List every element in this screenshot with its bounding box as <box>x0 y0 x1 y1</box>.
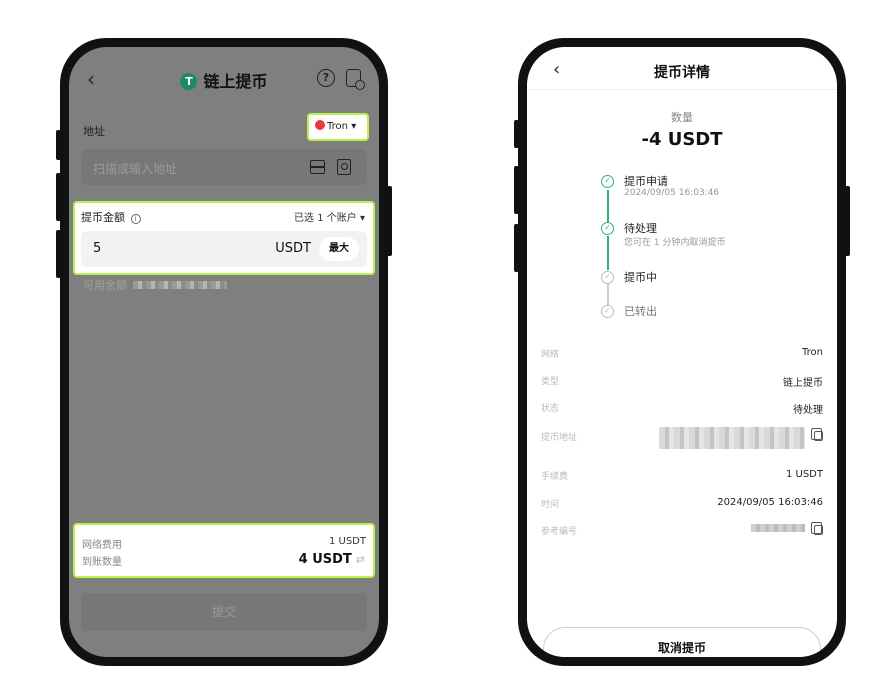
detail-key: 提币地址 <box>541 433 578 443</box>
usdt-coin-icon: T <box>180 73 198 90</box>
address-redacted <box>659 427 805 449</box>
phone-right: ‹ 提币详情 数量 -4 USDT ✓ 提币申请 2024/09/05 16:0… <box>514 38 850 666</box>
account-selector-text: 已选 1 个账户 <box>294 213 357 224</box>
scan-icon[interactable] <box>310 160 325 174</box>
step-subtitle: 您可在 1 分钟内取消提币 <box>624 238 726 248</box>
amount-label: 提币金额 i <box>81 209 141 225</box>
chevron-down-icon: ▾ <box>359 213 365 224</box>
step-title: 已转出 <box>624 305 657 318</box>
copy-icon[interactable] <box>811 428 823 441</box>
detail-key: 状态 <box>541 404 560 414</box>
check-icon: ✓ <box>601 271 614 284</box>
received-value: 4 USDT <box>298 552 352 567</box>
withdraw-screen: ‹ T 链上提币 ? 地址 Tron ▾ 扫描或输入地址 提币金额 i 已选 1 … <box>69 47 379 657</box>
history-icon[interactable] <box>346 69 365 90</box>
phone-button <box>56 230 61 278</box>
address-label: 地址 <box>83 125 105 138</box>
page-title-text: 链上提币 <box>203 72 268 91</box>
available-balance: 可用余额 <box>83 277 227 293</box>
timeline-line <box>607 284 609 305</box>
network-name: Tron <box>327 121 348 132</box>
network-fee-value: 1 USDT <box>328 536 366 547</box>
cancel-withdraw-button[interactable]: 取消提币 <box>543 627 821 657</box>
phone-button <box>845 186 850 256</box>
detail-row-fee: 手续费 1 USDT <box>541 469 823 485</box>
address-book-icon[interactable] <box>337 159 351 175</box>
balance-label: 可用余额 <box>83 279 127 292</box>
network-fee-label: 网络费用 <box>82 540 122 551</box>
divider <box>527 89 837 90</box>
step-title: 提币中 <box>624 271 657 284</box>
amount-label-text: 提币金额 <box>81 211 125 224</box>
detail-value: 1 USDT <box>785 469 823 480</box>
tron-icon <box>315 120 325 130</box>
phone-left: ‹ T 链上提币 ? 地址 Tron ▾ 扫描或输入地址 提币金额 i 已选 1 … <box>56 38 392 666</box>
check-icon: ✓ <box>601 305 614 318</box>
phone-button <box>514 224 519 272</box>
info-icon[interactable]: i <box>130 214 141 224</box>
phone-button <box>514 166 519 214</box>
address-placeholder: 扫描或输入地址 <box>93 162 178 176</box>
detail-row-address: 提币地址 <box>541 427 823 449</box>
received-label: 到账数量 <box>82 557 122 568</box>
phone-button <box>56 130 61 160</box>
fee-panel: 网络费用 1 USDT 到账数量 4 USDT ⇄ <box>73 523 375 578</box>
detail-value: Tron <box>802 347 823 358</box>
detail-key: 时间 <box>541 500 560 510</box>
chevron-down-icon: ▾ <box>351 121 357 132</box>
received-amount: 4 USDT ⇄ <box>299 552 365 567</box>
account-selector[interactable]: 已选 1 个账户 ▾ <box>294 209 365 224</box>
detail-key: 网络 <box>541 350 560 360</box>
page-title: 提币详情 <box>654 65 710 81</box>
detail-value: 2024/09/05 16:03:46 <box>717 497 823 508</box>
check-icon: ✓ <box>601 222 614 235</box>
detail-row-status: 状态 待处理 <box>541 401 823 417</box>
detail-row-network: 网络 Tron <box>541 347 823 363</box>
step-title: 提币申请 <box>624 175 668 188</box>
amount-value: 5 <box>93 241 102 256</box>
timeline-line <box>607 236 609 270</box>
detail-row-type: 类型 链上提币 <box>541 374 823 390</box>
reference-redacted <box>751 524 805 532</box>
withdraw-detail-screen: ‹ 提币详情 数量 -4 USDT ✓ 提币申请 2024/09/05 16:0… <box>527 47 837 657</box>
quantity-value: -4 USDT <box>641 129 723 150</box>
step-title: 待处理 <box>624 222 657 235</box>
step-subtitle: 2024/09/05 16:03:46 <box>624 188 720 198</box>
detail-row-reference: 参考编号 <box>541 522 823 540</box>
detail-row-time: 时间 2024/09/05 16:03:46 <box>541 497 823 513</box>
amount-panel: 提币金额 i 已选 1 个账户 ▾ 5 USDT 最大 <box>73 201 375 275</box>
swap-icon[interactable]: ⇄ <box>356 553 365 566</box>
detail-key: 类型 <box>541 377 560 387</box>
help-icon[interactable]: ? <box>317 69 335 87</box>
network-selector[interactable]: Tron ▾ <box>307 113 369 141</box>
quantity-label: 数量 <box>671 111 693 124</box>
phone-button <box>514 120 519 148</box>
max-button[interactable]: 最大 <box>319 237 359 261</box>
top-bar: ‹ T 链上提币 ? <box>69 65 379 95</box>
detail-value: 待处理 <box>793 405 823 416</box>
check-icon: ✓ <box>601 175 614 188</box>
submit-button[interactable]: 提交 <box>81 593 367 631</box>
copy-icon[interactable] <box>811 522 823 535</box>
address-input[interactable]: 扫描或输入地址 <box>81 149 367 185</box>
phone-button <box>56 173 61 221</box>
detail-key: 手续费 <box>541 472 569 482</box>
phone-button <box>387 186 392 256</box>
detail-key: 参考编号 <box>541 527 578 537</box>
amount-unit: USDT <box>275 241 311 256</box>
detail-header: ‹ 提币详情 <box>527 59 837 87</box>
amount-input[interactable]: 5 USDT 最大 <box>81 231 367 267</box>
detail-value: 链上提币 <box>783 378 823 389</box>
balance-redacted <box>133 281 227 289</box>
